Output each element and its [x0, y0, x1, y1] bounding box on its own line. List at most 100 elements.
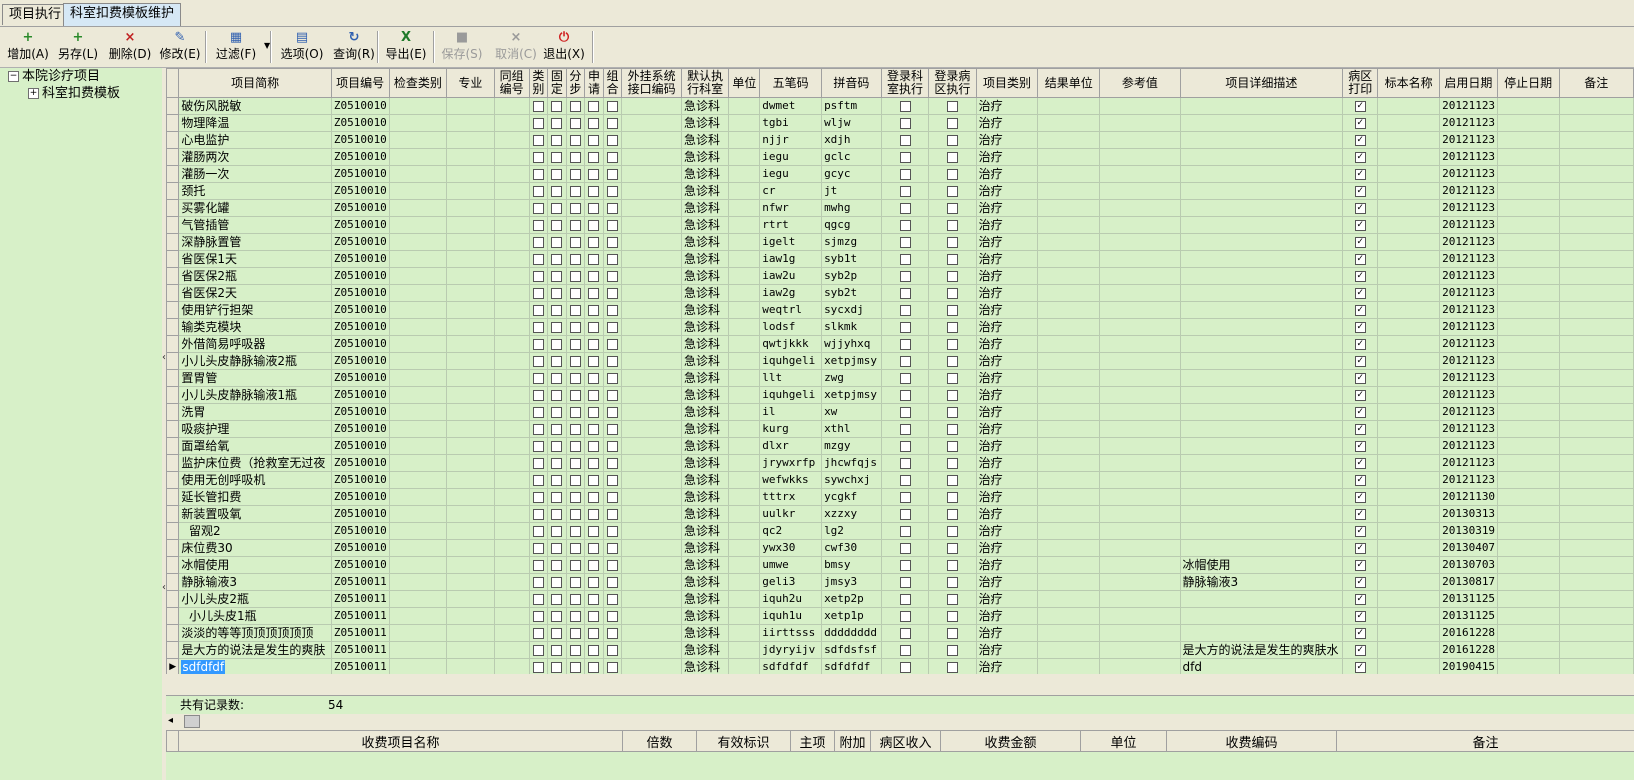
exit-button[interactable]: ⏻ 退出(X) — [538, 29, 590, 65]
checkbox[interactable] — [899, 628, 911, 639]
item-name-cell[interactable]: 心电监护 — [178, 131, 332, 149]
unit-cell[interactable] — [728, 590, 761, 608]
specimen-cell[interactable] — [1377, 403, 1441, 421]
default-dept-cell[interactable]: 急诊科 — [680, 369, 730, 387]
checkbox[interactable] — [606, 424, 618, 435]
column-header[interactable]: 检查类别 — [388, 68, 448, 98]
default-dept-cell[interactable]: 急诊科 — [680, 199, 730, 217]
item-code-cell[interactable]: Z0510010 — [330, 556, 390, 574]
external-code-cell[interactable] — [621, 454, 682, 472]
table-row[interactable]: 灌肠一次 Z0510010 急诊科 iegugcyc 治疗 20121123 — [166, 165, 1634, 183]
column-header[interactable]: 项目编号 — [330, 68, 390, 98]
remark-cell[interactable] — [1558, 420, 1634, 438]
item-code-cell[interactable]: Z0510010 — [330, 420, 390, 438]
checkbox[interactable] — [551, 611, 563, 622]
start-date-cell[interactable]: 20121123 — [1439, 369, 1498, 387]
default-dept-cell[interactable]: 急诊科 — [680, 97, 730, 115]
exam-category-cell[interactable] — [388, 556, 448, 574]
specialty-cell[interactable] — [446, 250, 495, 268]
row-indicator[interactable] — [166, 131, 180, 149]
column-header[interactable]: 专业 — [446, 68, 495, 98]
result-unit-cell[interactable] — [1037, 216, 1101, 234]
group-no-cell[interactable] — [493, 233, 530, 251]
start-date-cell[interactable]: 20121123 — [1439, 403, 1498, 421]
start-date-cell[interactable]: 20121123 — [1439, 216, 1498, 234]
reference-value-cell[interactable] — [1099, 437, 1181, 455]
description-cell[interactable] — [1179, 131, 1344, 149]
unit-cell[interactable] — [728, 114, 761, 132]
checkbox[interactable] — [606, 203, 618, 214]
checkbox[interactable] — [1354, 186, 1366, 197]
remark-cell[interactable] — [1558, 284, 1634, 302]
start-date-cell[interactable]: 20121123 — [1439, 233, 1498, 251]
table-row[interactable]: 延长管扣费 Z0510010 急诊科 tttrxycgkf 治疗 20121130 — [166, 488, 1634, 506]
specimen-cell[interactable] — [1377, 539, 1441, 557]
group-no-cell[interactable] — [493, 165, 530, 183]
description-cell[interactable] — [1179, 369, 1344, 387]
checkbox[interactable] — [946, 271, 958, 282]
item-type-cell[interactable]: 治疗 — [975, 573, 1039, 591]
checkbox[interactable] — [551, 390, 563, 401]
unit-cell[interactable] — [728, 488, 761, 506]
column-header[interactable]: 分步 — [565, 68, 586, 98]
checkbox[interactable] — [532, 118, 544, 129]
checkbox[interactable] — [1354, 322, 1366, 333]
default-dept-cell[interactable]: 急诊科 — [680, 131, 730, 149]
checkbox[interactable] — [588, 305, 600, 316]
checkbox[interactable] — [1354, 594, 1366, 605]
specialty-cell[interactable] — [446, 624, 495, 642]
specialty-cell[interactable] — [446, 454, 495, 472]
checkbox[interactable] — [606, 526, 618, 537]
unit-cell[interactable] — [728, 505, 761, 523]
wubi-cell[interactable]: qwtjkkk — [759, 335, 823, 353]
wubi-cell[interactable]: iegu — [759, 165, 823, 183]
checkbox[interactable] — [946, 509, 958, 520]
checkbox[interactable] — [569, 118, 581, 129]
row-indicator[interactable] — [166, 97, 180, 115]
specimen-cell[interactable] — [1377, 352, 1441, 370]
start-date-cell[interactable]: 20121123 — [1439, 97, 1498, 115]
checkbox[interactable] — [588, 101, 600, 112]
table-row[interactable]: 面罩给氧 Z0510010 急诊科 dlxrmzgy 治疗 20121123 — [166, 437, 1634, 455]
checkbox[interactable] — [532, 373, 544, 384]
group-no-cell[interactable] — [493, 437, 530, 455]
table-row[interactable]: 小儿头皮静脉输液1瓶 Z0510010 急诊科 iquhgelixetpjmsy 治疗 2… — [166, 386, 1634, 404]
reference-value-cell[interactable] — [1099, 352, 1181, 370]
start-date-cell[interactable]: 20130313 — [1439, 505, 1498, 523]
reference-value-cell[interactable] — [1099, 471, 1181, 489]
description-cell[interactable] — [1179, 318, 1344, 336]
item-type-cell[interactable]: 治疗 — [975, 641, 1039, 659]
stop-date-cell[interactable] — [1496, 318, 1560, 336]
result-unit-cell[interactable] — [1037, 624, 1101, 642]
specimen-cell[interactable] — [1377, 488, 1441, 506]
default-dept-cell[interactable]: 急诊科 — [680, 386, 730, 404]
checkbox[interactable] — [1354, 254, 1366, 265]
table-row[interactable]: 买雾化罐 Z0510010 急诊科 nfwrmwhg 治疗 20121123 — [166, 199, 1634, 217]
expand-icon[interactable]: + — [28, 88, 39, 99]
remark-cell[interactable] — [1558, 131, 1634, 149]
start-date-cell[interactable]: 20161228 — [1439, 641, 1498, 659]
stop-date-cell[interactable] — [1496, 352, 1560, 370]
checkbox[interactable] — [1354, 152, 1366, 163]
checkbox[interactable] — [1354, 203, 1366, 214]
external-code-cell[interactable] — [621, 624, 682, 642]
item-code-cell[interactable]: Z0510010 — [330, 284, 390, 302]
unit-cell[interactable] — [728, 556, 761, 574]
reference-value-cell[interactable] — [1099, 454, 1181, 472]
specimen-cell[interactable] — [1377, 250, 1441, 268]
result-unit-cell[interactable] — [1037, 284, 1101, 302]
start-date-cell[interactable]: 20121123 — [1439, 250, 1498, 268]
unit-cell[interactable] — [728, 182, 761, 200]
result-unit-cell[interactable] — [1037, 318, 1101, 336]
checkbox[interactable] — [1354, 356, 1366, 367]
checkbox[interactable] — [569, 662, 581, 673]
specimen-cell[interactable] — [1377, 658, 1441, 674]
checkbox[interactable] — [588, 271, 600, 282]
checkbox[interactable] — [899, 220, 911, 231]
checkbox[interactable] — [899, 577, 911, 588]
checkbox[interactable] — [588, 152, 600, 163]
reference-value-cell[interactable] — [1099, 590, 1181, 608]
result-unit-cell[interactable] — [1037, 471, 1101, 489]
item-code-cell[interactable]: Z0510010 — [330, 165, 390, 183]
stop-date-cell[interactable] — [1496, 641, 1560, 659]
